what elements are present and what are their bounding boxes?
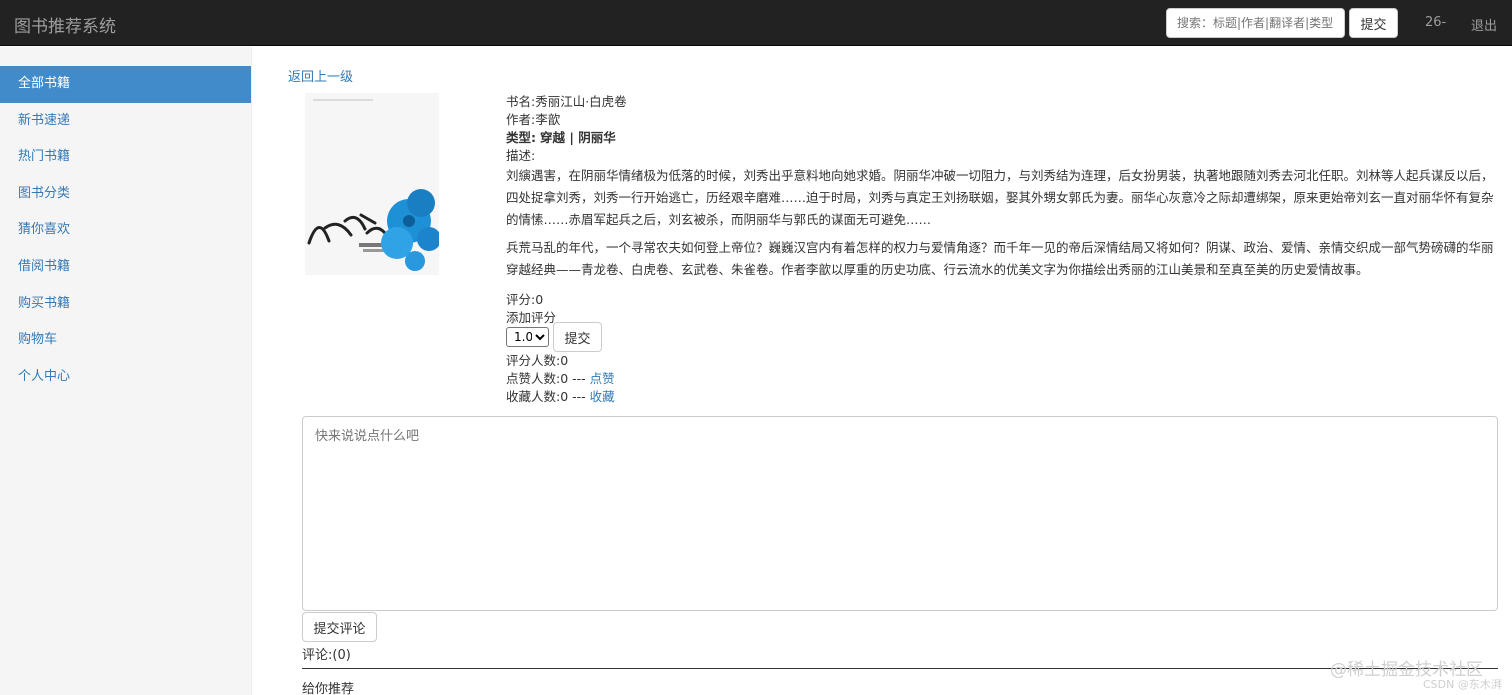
sidebar-item-all-books[interactable]: 全部书籍 [0, 66, 251, 103]
likes-row: 点赞人数:0 --- 点赞 [506, 370, 615, 388]
sidebar-item-hot-books[interactable]: 热门书籍 [0, 139, 251, 176]
book-desc-label: 描述: [506, 148, 536, 163]
comment-submit-button[interactable]: 提交评论 [302, 612, 377, 642]
logout-link[interactable]: 退出 [1471, 15, 1497, 34]
favs-count: 收藏人数:0 --- [506, 389, 590, 404]
like-link[interactable]: 点赞 [590, 371, 615, 386]
book-description-1: 刘縯遇害，在阴丽华情绪极为低落的时候，刘秀出乎意料地向她求婚。阴丽华冲破一切阻力… [506, 168, 1494, 227]
add-rating-label: 添加评分 [506, 310, 557, 325]
recommend-title: 给你推荐 [302, 682, 355, 695]
brand-title[interactable]: 图书推荐系统 [14, 12, 116, 37]
favorite-link[interactable]: 收藏 [590, 389, 615, 404]
comment-textarea[interactable] [302, 416, 1498, 611]
back-link[interactable]: 返回上一级 [288, 66, 353, 85]
rating-submit-button[interactable]: 提交 [553, 322, 602, 352]
sidebar-item-borrowed[interactable]: 借阅书籍 [0, 249, 251, 286]
sidebar-item-guess-you-like[interactable]: 猜你喜欢 [0, 212, 251, 249]
book-author: 作者:李歆 [506, 112, 561, 127]
book-type-value: 穿越 | 阴丽华 [539, 130, 616, 145]
top-navbar: 图书推荐系统 提交 26- 退出 [0, 0, 1512, 46]
raters-count: 评分人数:0 [506, 353, 569, 368]
section-divider [302, 668, 1498, 669]
book-type-label: 类型: [506, 130, 536, 145]
sidebar-item-cart[interactable]: 购物车 [0, 322, 251, 359]
book-stats: 评分人数:0 点赞人数:0 --- 点赞 收藏人数:0 --- 收藏 [506, 352, 615, 406]
sidebar: 全部书籍 新书速递 热门书籍 图书分类 猜你喜欢 借阅书籍 购买书籍 购物车 个… [0, 47, 252, 695]
sidebar-item-purchased[interactable]: 购买书籍 [0, 286, 251, 323]
rating-select[interactable]: 1.0 [506, 327, 549, 347]
book-description-2: 兵荒马乱的年代，一个寻常农夫如何登上帝位？巍巍汉宫内有着怎样的权力与爱情角逐？而… [506, 240, 1494, 277]
watermark-csdn: CSDN @东木湃 [1423, 678, 1502, 691]
search-submit-button[interactable]: 提交 [1349, 8, 1398, 38]
book-type: 类型: 穿越 | 阴丽华 [506, 129, 1496, 147]
book-rating: 评分:0 [506, 292, 544, 307]
sidebar-item-profile[interactable]: 个人中心 [0, 359, 251, 396]
sidebar-item-categories[interactable]: 图书分类 [0, 176, 251, 213]
search-input[interactable] [1166, 8, 1345, 38]
book-info: 书名:秀丽江山·白虎卷 作者:李歆 类型: 穿越 | 阴丽华 描述: 刘縯遇害，… [506, 93, 1496, 327]
book-cover-image [305, 93, 439, 275]
book-title: 书名:秀丽江山·白虎卷 [506, 94, 627, 109]
sidebar-item-new-books[interactable]: 新书速递 [0, 103, 251, 140]
user-link[interactable]: 26- [1425, 15, 1446, 30]
favs-row: 收藏人数:0 --- 收藏 [506, 388, 615, 406]
likes-count: 点赞人数:0 --- [506, 371, 590, 386]
book-cover-art-icon [305, 93, 439, 275]
comment-count: 评论:(0) [302, 648, 351, 663]
sidebar-list: 全部书籍 新书速递 热门书籍 图书分类 猜你喜欢 借阅书籍 购买书籍 购物车 个… [0, 47, 251, 395]
